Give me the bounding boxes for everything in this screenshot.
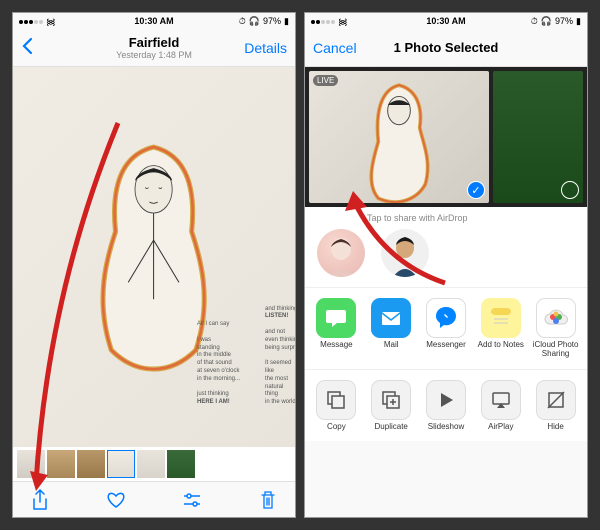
photo-viewer[interactable]: All I can sayI wasstandingin the middleo…	[13, 67, 295, 447]
thumbnail-strip[interactable]	[13, 447, 295, 481]
phone-right-share-sheet: ᯼ 10:30 AM ⏱🎧 97% ▮ Cancel 1 Photo Selec…	[304, 12, 588, 518]
share-action-slideshow[interactable]: Slideshow	[419, 380, 474, 432]
share-action-duplicate[interactable]: Duplicate	[364, 380, 419, 432]
share-action-hide[interactable]: Hide	[528, 380, 583, 432]
airdrop-contact[interactable]	[381, 229, 429, 277]
airdrop-contacts	[305, 229, 587, 277]
sliders-icon[interactable]	[181, 489, 203, 511]
airdrop-label: Tap to share with AirDrop	[305, 213, 587, 229]
share-action-copy[interactable]: Copy	[309, 380, 364, 432]
share-app-mail[interactable]: Mail	[364, 298, 419, 359]
share-title: 1 Photo Selected	[373, 40, 519, 55]
photo-picker[interactable]: LIVE ✓	[305, 67, 587, 207]
nav-subtitle: Yesterday 1:48 PM	[81, 50, 227, 60]
share-app-add-to-notes[interactable]: Add to Notes	[473, 298, 528, 359]
details-button[interactable]: Details	[227, 40, 287, 56]
share-app-icloud-photo-sharing[interactable]: iCloud Photo Sharing	[528, 298, 583, 359]
thumb[interactable]	[17, 450, 45, 478]
status-time: 10:30 AM	[109, 16, 199, 26]
thumb-selected[interactable]	[107, 450, 135, 478]
share-apps-row: MessageMailMessengerAdd to NotesiCloud P…	[305, 287, 587, 369]
status-battery: 97%	[555, 16, 573, 26]
thumb[interactable]	[47, 450, 75, 478]
share-app-message[interactable]: Message	[309, 298, 364, 359]
trash-icon[interactable]	[257, 489, 279, 511]
thumb[interactable]	[77, 450, 105, 478]
nav-bar: Fairfield Yesterday 1:48 PM Details	[13, 29, 295, 67]
status-battery: 97%	[263, 16, 281, 26]
heart-icon[interactable]	[105, 489, 127, 511]
picker-photo[interactable]	[493, 71, 583, 203]
share-actions-row: CopyDuplicateSlideshowAirPlayHide	[305, 369, 587, 442]
selection-check-icon[interactable]	[561, 181, 579, 199]
status-time: 10:30 AM	[401, 16, 491, 26]
share-action-airplay[interactable]: AirPlay	[473, 380, 528, 432]
share-nav-bar: Cancel 1 Photo Selected	[305, 29, 587, 67]
picker-photo[interactable]: LIVE ✓	[309, 71, 489, 203]
airdrop-contact[interactable]	[317, 229, 365, 277]
bottom-toolbar	[13, 481, 295, 517]
nav-title: Fairfield	[81, 35, 227, 50]
status-bar: ᯼ 10:30 AM ⏱🎧 97% ▮	[305, 13, 587, 29]
phone-left-photo-detail: ᯼ 10:30 AM ⏱🎧 97% ▮ Fairfield Yesterday …	[12, 12, 296, 518]
share-app-messenger[interactable]: Messenger	[419, 298, 474, 359]
share-icon[interactable]	[29, 489, 51, 511]
selection-check-icon[interactable]: ✓	[467, 181, 485, 199]
back-button[interactable]	[21, 37, 81, 58]
status-bar: ᯼ 10:30 AM ⏱🎧 97% ▮	[13, 13, 295, 29]
thumb[interactable]	[137, 450, 165, 478]
thumb[interactable]	[167, 450, 195, 478]
cancel-button[interactable]: Cancel	[313, 40, 373, 56]
